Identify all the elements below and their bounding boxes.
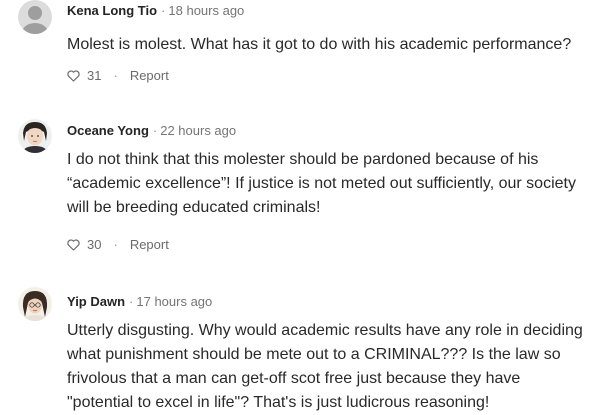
comment-line: I do not think that this molester should… <box>67 151 539 168</box>
timestamp[interactable]: 22 hours ago <box>160 123 236 138</box>
separator: · <box>129 294 134 309</box>
author-name[interactable]: Kena Long Tio <box>67 3 157 18</box>
avatar[interactable] <box>18 0 52 34</box>
comment-line: will be breeding educated criminals! <box>67 199 321 216</box>
timestamp[interactable]: 17 hours ago <box>136 294 212 309</box>
comment-line: "potential to excel in life"? That's is … <box>67 394 490 411</box>
heart-icon <box>67 69 80 82</box>
comment-line: frivolous that a man can get-off scot fr… <box>67 370 521 387</box>
comment-header: Yip Dawn · 17 hours ago <box>67 294 212 309</box>
separator-dot: · <box>113 68 118 83</box>
comment-actions: 30 · Report <box>67 237 169 252</box>
user-photo-icon <box>18 119 52 153</box>
default-user-avatar-icon <box>18 0 52 34</box>
separator: · <box>161 3 166 18</box>
heart-icon <box>67 238 80 251</box>
comment-line: Utterly disgusting. Why would academic r… <box>67 322 583 339</box>
author-name[interactable]: Oceane Yong <box>67 123 149 138</box>
report-link[interactable]: Report <box>130 68 169 83</box>
clap-button[interactable]: 31 <box>67 68 101 83</box>
comment-line: “academic excellence”! If justice is not… <box>67 175 576 192</box>
avatar[interactable] <box>18 287 52 321</box>
user-photo-icon <box>18 287 52 321</box>
clap-count: 30 <box>87 237 102 252</box>
report-link[interactable]: Report <box>130 237 169 252</box>
comment-actions: 31 · Report <box>67 68 169 83</box>
comment-line: what punishment should be mete out to a … <box>67 346 561 363</box>
avatar[interactable] <box>18 119 52 153</box>
comment-body: Molest is molest. What has it got to do … <box>67 33 597 57</box>
separator: · <box>152 123 158 138</box>
comment-body: Utterly disgusting. Why would academic r… <box>67 319 597 415</box>
comment-header: Kena Long Tio · 18 hours ago <box>67 3 244 18</box>
separator-dot: · <box>113 237 118 252</box>
clap-button[interactable]: 30 <box>67 237 101 252</box>
comment-body: I do not think that this molester should… <box>67 148 597 220</box>
comment-header: Oceane Yong · 22 hours ago <box>67 123 236 138</box>
author-name[interactable]: Yip Dawn <box>67 294 125 309</box>
clap-count: 31 <box>87 68 102 83</box>
comment-line: Molest is molest. What has it got to do … <box>67 36 572 53</box>
timestamp[interactable]: 18 hours ago <box>168 3 244 18</box>
